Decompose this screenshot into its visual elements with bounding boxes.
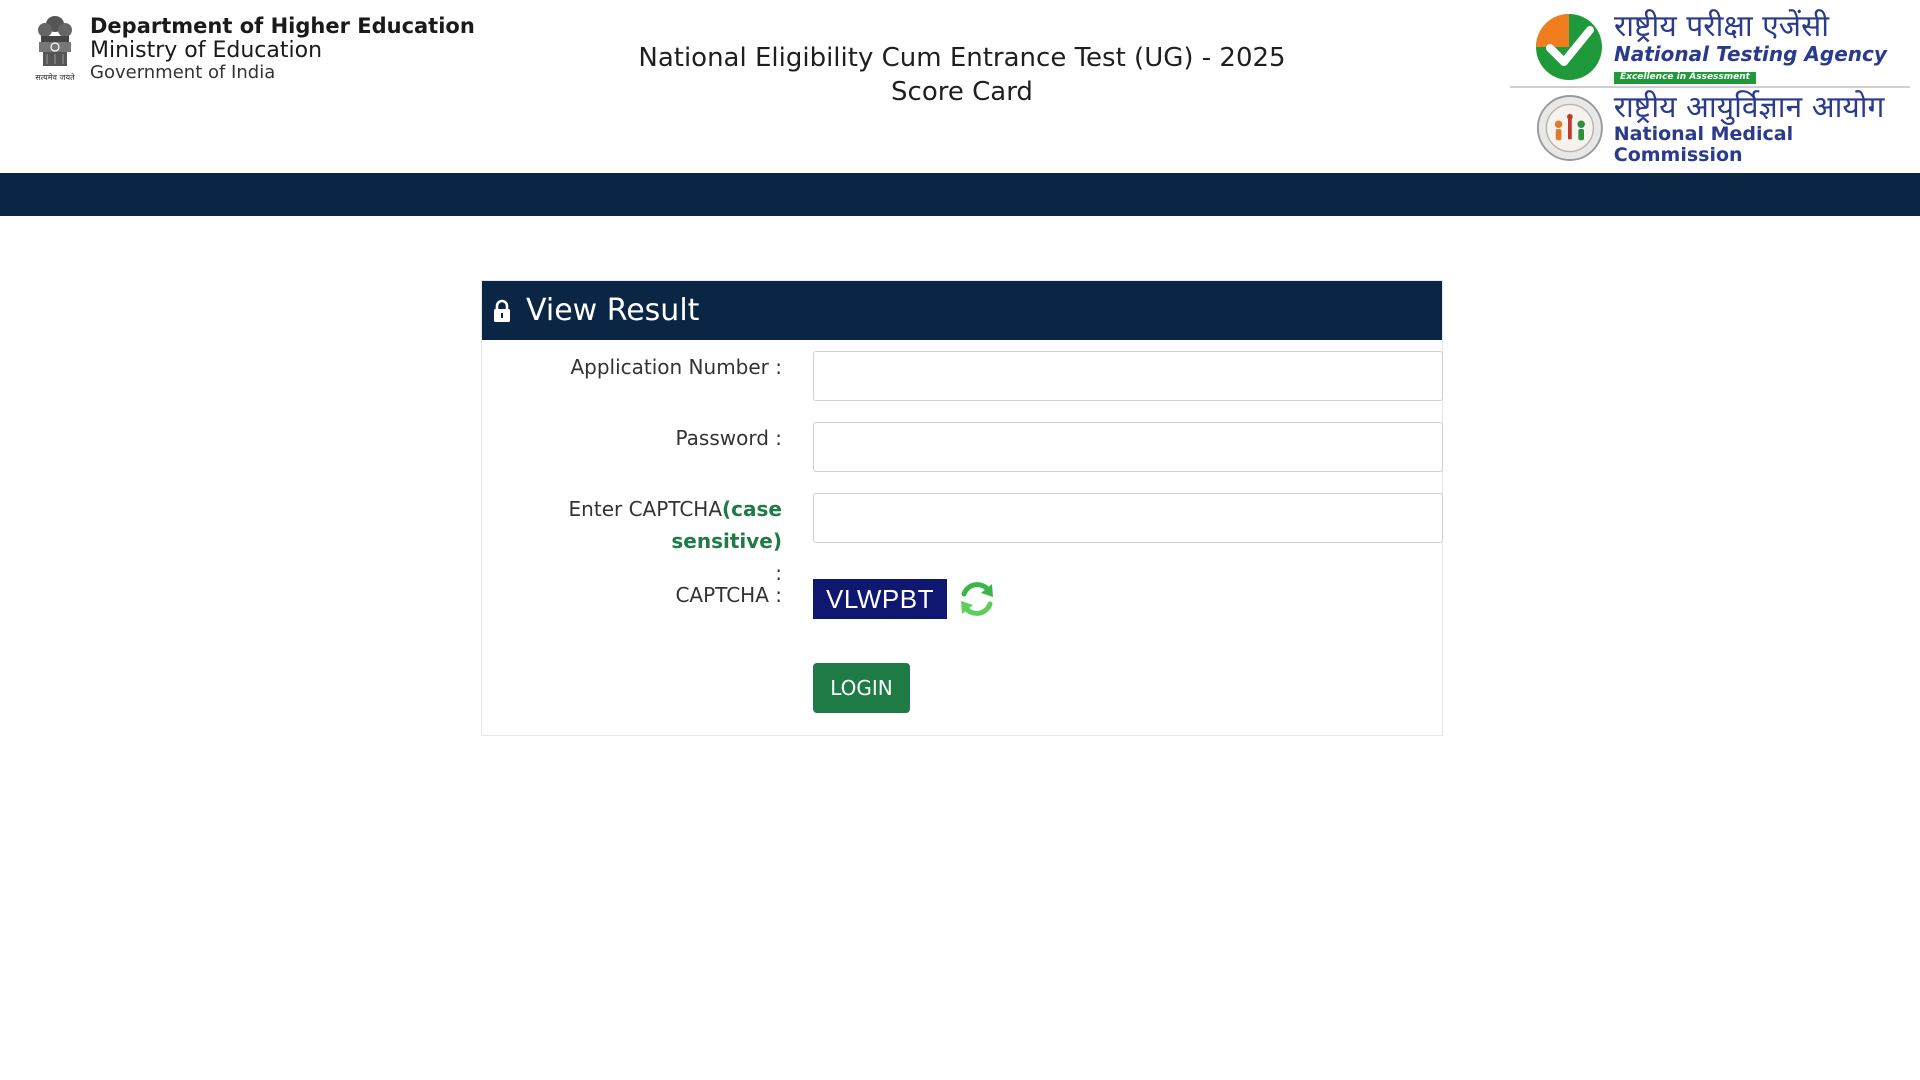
exam-title-line2: Score Card [891,76,1033,107]
captcha-image: VLWPBT [813,579,947,619]
agency-logos: राष्ट्रीय परीक्षा एजेंसी National Testin… [1510,8,1910,168]
nta-tagline: Excellence in Assessment [1614,72,1756,84]
national-emblem: सत्यमेव जयते [28,14,82,84]
nta-checkmark-icon [1536,14,1602,80]
password-input[interactable] [813,422,1443,472]
emblem-motto: सत्यमेव जयते [35,73,75,82]
nmc-logo: राष्ट्रीय आयुर्विज्ञान आयोग National Med… [1510,88,1910,168]
view-result-card: View Result Application Number : Passwor… [481,280,1443,736]
refresh-icon[interactable] [956,578,998,620]
nta-english-name: National Testing Agency [1614,42,1887,67]
nmc-hindi-name: राष्ट्रीय आयुर्विज्ञान आयोग [1613,89,1885,125]
nmc-english-name: National Medical Commission [1613,122,1794,166]
captcha-label: CAPTCHA : [675,583,782,607]
ministry-branding: सत्यमेव जयते Department of Higher Educat… [28,14,475,84]
password-label: Password : [675,426,782,450]
login-button[interactable]: LOGIN [813,663,910,713]
card-title: View Result [526,293,700,328]
nta-logo: राष्ट्रीय परीक्षा एजेंसी National Testin… [1510,8,1910,88]
application-number-label: Application Number : [570,355,782,379]
department-name: Department of Higher Education [90,14,475,38]
ashoka-emblem-icon [38,16,72,66]
page-header: सत्यमेव जयते Department of Higher Educat… [0,0,1920,173]
captcha-input-label-prefix: Enter CAPTCHA [568,497,723,521]
ministry-name: Ministry of Education [90,38,323,63]
exam-title: National Eligibility Cum Entrance Test (… [560,42,1364,110]
exam-title-line1: National Eligibility Cum Entrance Test (… [638,43,1286,73]
card-header: View Result [482,281,1442,340]
government-name: Government of India [90,62,276,83]
nta-logo-text: राष्ट्रीय परीक्षा एजेंसी National Testin… [1614,10,1887,84]
application-number-input[interactable] [813,351,1443,401]
captcha-input[interactable] [813,493,1443,543]
nmc-logo-text: राष्ट्रीय आयुर्विज्ञान आयोग National Med… [1614,91,1910,166]
ministry-text: Department of Higher Education Ministry … [90,14,475,82]
captcha-input-label: Enter CAPTCHA(case sensitive): [482,493,782,589]
nta-hindi-name: राष्ट्रीय परीक्षा एजेंसी [1614,9,1830,45]
nmc-seal-icon [1536,95,1603,161]
lock-icon [494,299,510,322]
nav-band [0,173,1920,216]
